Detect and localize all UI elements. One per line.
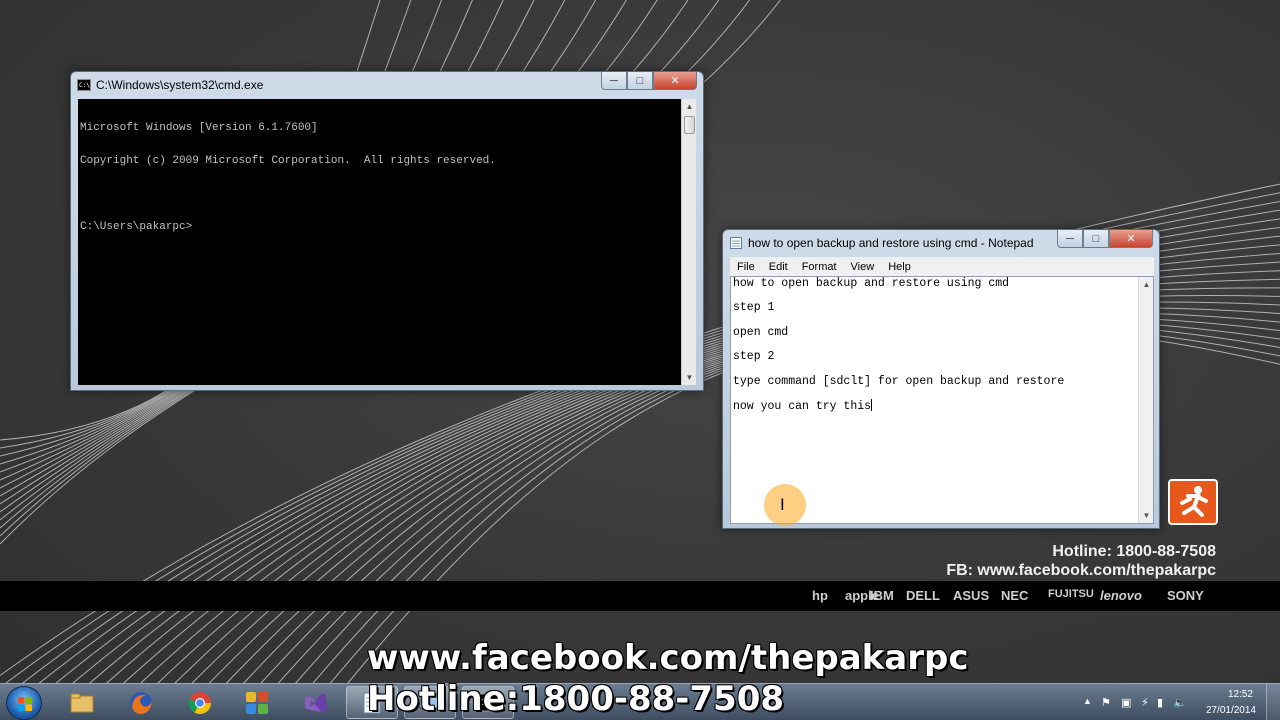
taskbar-app-grid[interactable] [231, 686, 283, 719]
menu-help[interactable]: Help [881, 261, 918, 273]
svg-text:C:\: C:\ [79, 82, 90, 89]
maximize-button[interactable]: □ [627, 72, 653, 90]
brand-logo-asus: ASUS [953, 588, 990, 603]
menu-edit[interactable]: Edit [762, 261, 795, 273]
menu-view[interactable]: View [844, 261, 882, 273]
cmd-line [80, 189, 496, 200]
brand-logo-fujitsu: FUJITSU [1048, 588, 1094, 600]
minimize-button[interactable]: ─ [1057, 230, 1083, 248]
scroll-down-arrow-icon[interactable]: ▼ [682, 370, 697, 385]
notepad-menubar: File Edit Format View Help [730, 257, 1154, 276]
cmd-title: C:\Windows\system32\cmd.exe [96, 78, 264, 92]
notepad-content: how to open backup and restore using cmd… [733, 277, 1064, 423]
notepad-title: how to open backup and restore using cmd… [748, 236, 1034, 250]
windows-logo-icon [18, 697, 32, 711]
brand-logo-sony: SONY [1167, 588, 1204, 603]
menu-file[interactable]: File [730, 261, 762, 273]
cmd-output: Microsoft Windows [Version 6.1.7600] Cop… [80, 101, 496, 255]
show-hidden-icons-icon[interactable]: ▲ [1083, 696, 1092, 706]
app-grid-icon [246, 691, 268, 714]
visual-studio-icon [305, 692, 326, 713]
menu-format[interactable]: Format [795, 261, 844, 273]
notepad-line-text: now you can try this [733, 399, 872, 413]
taskbar-chrome[interactable] [174, 686, 226, 719]
cmd-window[interactable]: C:\ C:\Windows\system32\cmd.exe ─ □ ✕ Mi… [70, 71, 704, 391]
brand-logo-nec: NEC [1001, 588, 1029, 603]
taskbar-visual-studio[interactable] [289, 686, 341, 719]
volume-icon[interactable]: 🔈 [1173, 696, 1187, 709]
scrollbar-thumb[interactable] [684, 116, 695, 134]
taskbar-firefox[interactable] [115, 686, 167, 719]
scroll-down-arrow-icon[interactable]: ▼ [1139, 508, 1154, 523]
firefox-icon [130, 691, 152, 714]
show-desktop-button[interactable] [1266, 684, 1280, 720]
scroll-up-arrow-icon[interactable]: ▲ [682, 99, 697, 114]
system-tray: ▲ ⚑ ▣ ⚡ ▮ 🔈 12:52 27/01/2014 [1080, 684, 1280, 720]
clock-date[interactable]: 27/01/2014 [1206, 705, 1256, 716]
hotline-text: Hotline: 1800-88-7508 [1052, 543, 1216, 560]
notepad-icon [730, 237, 742, 249]
hotline-corner: Hotline: 1800-88-7508 FB: www.facebook.c… [946, 542, 1216, 580]
notepad-line: open cmd [733, 325, 789, 339]
notepad-scrollbar[interactable]: ▲ ▼ [1138, 277, 1153, 523]
overlay-facebook-caption: www.facebook.com/thepakarpc [367, 638, 969, 678]
notepad-line: type command [sdclt] for open backup and… [733, 374, 1065, 388]
brand-logo-dell: DELL [906, 588, 940, 603]
notepad-titlebar[interactable]: how to open backup and restore using cmd… [729, 232, 1034, 254]
cmd-console[interactable]: Microsoft Windows [Version 6.1.7600] Cop… [78, 99, 696, 385]
cmd-titlebar[interactable]: C:\ C:\Windows\system32\cmd.exe [77, 74, 263, 96]
notepad-line: how to open backup and restore using cmd [733, 277, 1010, 290]
start-button[interactable] [6, 686, 42, 720]
runner-logo-icon [1168, 479, 1218, 525]
notepad-line: step 2 [733, 350, 775, 364]
cursor-highlight [764, 484, 806, 526]
minimize-button[interactable]: ─ [601, 72, 627, 90]
cmd-icon: C:\ [77, 79, 91, 91]
scroll-up-arrow-icon[interactable]: ▲ [1139, 277, 1154, 292]
brand-logo-ibm: IBM [870, 588, 894, 603]
overlay-hotline-caption: Hotline:1800-88-7508 [367, 679, 785, 719]
maximize-button[interactable]: □ [1083, 230, 1109, 248]
cmd-line: Microsoft Windows [Version 6.1.7600] [80, 122, 318, 134]
cmd-line: Copyright (c) 2009 Microsoft Corporation… [80, 155, 496, 167]
notepad-line-last: now you can try this [733, 398, 1064, 423]
device-icon[interactable]: ▣ [1121, 696, 1131, 709]
chrome-icon [188, 691, 211, 714]
notepad-line: step 1 [733, 301, 775, 315]
action-center-flag-icon[interactable]: ⚑ [1101, 696, 1111, 709]
ibeam-cursor-icon: I [780, 495, 785, 514]
cmd-scrollbar[interactable]: ▲ ▼ [681, 99, 696, 385]
cmd-window-controls: ─ □ ✕ [601, 72, 697, 90]
cmd-prompt: C:\Users\pakarpc> [80, 221, 193, 233]
network-icon[interactable]: ▮ [1157, 696, 1163, 709]
facebook-text: FB: www.facebook.com/thepakarpc [946, 562, 1216, 579]
folder-icon [70, 693, 94, 712]
power-icon[interactable]: ⚡ [1141, 696, 1149, 709]
text-caret [871, 398, 873, 411]
brand-logo-hp: hp [812, 588, 828, 603]
close-button[interactable]: ✕ [1109, 230, 1153, 248]
brand-logo-lenovo: lenovo [1100, 588, 1142, 603]
notepad-window-controls: ─ □ ✕ [1057, 230, 1153, 248]
taskbar-explorer[interactable] [56, 686, 108, 719]
close-button[interactable]: ✕ [653, 72, 697, 90]
clock-time[interactable]: 12:52 [1228, 689, 1253, 700]
